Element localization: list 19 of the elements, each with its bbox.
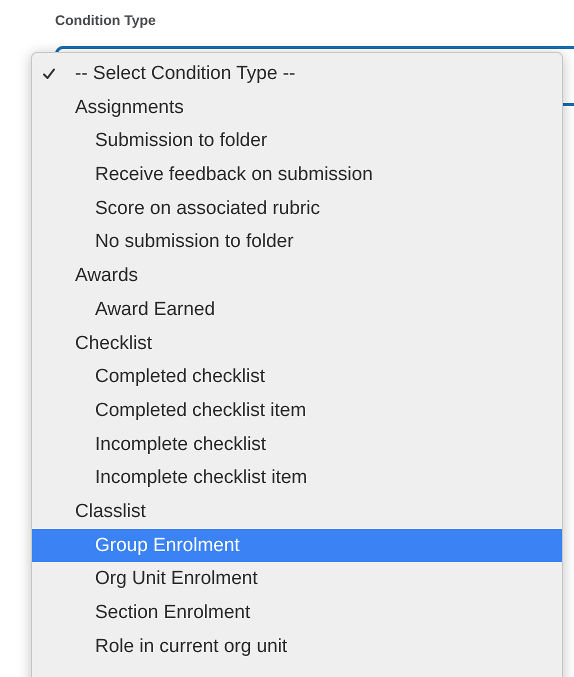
menu-option[interactable]: Section Enrolment (32, 596, 562, 630)
menu-option[interactable]: -- Select Condition Type -- (32, 57, 562, 91)
menu-option[interactable]: Org Unit Enrolment (32, 562, 562, 596)
group-header: Classlist (74, 500, 147, 524)
menu-option[interactable]: Submission to folder (32, 124, 562, 158)
menu-option[interactable]: Group Enrolment (32, 528, 562, 562)
menu-option[interactable]: Incomplete checklist item (32, 461, 562, 495)
menu-option[interactable]: No submission to folder (32, 225, 562, 260)
menu-option[interactable]: Incomplete checklist (32, 428, 562, 462)
menu-option[interactable]: Completed checklist (32, 360, 562, 394)
field-label: Condition Type (55, 12, 156, 28)
menu-option[interactable]: Role in current org unit (32, 630, 562, 664)
group-header: Assignments (74, 96, 185, 120)
menu-option[interactable]: Award Earned (32, 292, 562, 326)
menu-option[interactable]: Score on associated rubric (32, 192, 562, 226)
menu-option[interactable]: Receive feedback on submission (32, 158, 562, 192)
group-header: Awards (74, 264, 140, 288)
group-header: Checklist (74, 332, 154, 356)
menu-option[interactable]: Completed checklist item (32, 394, 562, 428)
